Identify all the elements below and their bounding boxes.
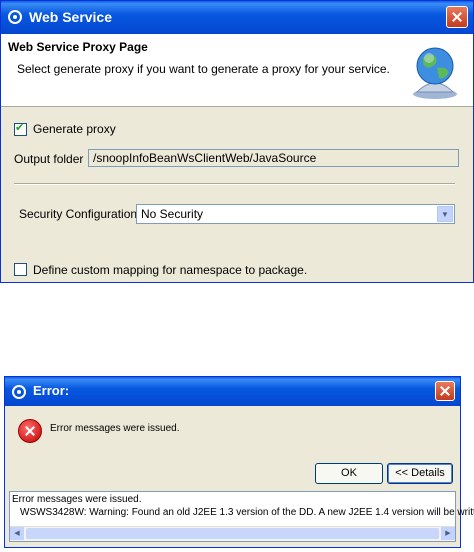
eclipse-icon [12,385,26,399]
error-message: Error messages were issued. [50,423,180,434]
error-icon [18,419,42,443]
error-title: Error: [33,383,70,398]
security-config-label: Security Configuration [19,207,138,221]
custom-mapping-checkbox[interactable] [14,263,27,276]
scroll-left-icon[interactable]: ◀ [10,527,24,540]
details-line: Error messages were issued. [12,494,142,505]
output-folder-field[interactable]: /snoopInfoBeanWsClientWeb/JavaSource [88,149,459,167]
eclipse-icon [8,10,22,24]
scroll-right-icon[interactable]: ▶ [441,527,455,540]
horizontal-scrollbar[interactable]: ◀ ▶ [10,526,455,541]
security-config-select[interactable]: No Security ▼ [136,204,455,224]
separator [14,183,455,185]
web-service-titlebar[interactable]: Web Service [1,1,473,34]
globe-service-icon [413,47,457,99]
chevron-down-icon[interactable]: ▼ [437,206,453,222]
error-dialog: Error: Error messages were issued. OK <<… [4,376,474,548]
details-text-area[interactable]: Error messages were issued. WSWS3428W: W… [9,491,474,542]
error-titlebar[interactable]: Error: [5,377,460,406]
page-title: Web Service Proxy Page [8,40,148,54]
custom-mapping-label: Define custom mapping for namespace to p… [33,263,308,277]
details-line: WSWS3428W: Warning: Found an old J2EE 1.… [20,507,474,518]
window-title: Web Service [29,9,113,25]
security-config-value: No Security [141,207,204,221]
page-description: Select generate proxy if you want to gen… [17,62,390,76]
close-button[interactable] [435,381,455,401]
details-button[interactable]: << Details [387,463,453,484]
generate-proxy-checkbox[interactable] [14,121,27,136]
close-button[interactable] [446,6,468,28]
scroll-thumb[interactable] [26,528,439,539]
output-folder-label: Output folder [14,152,84,166]
web-service-window: Web Service Web Service Proxy Page Selec… [0,0,474,283]
generate-proxy-label: Generate proxy [33,122,116,136]
page-banner: Web Service Proxy Page Select generate p… [1,34,473,107]
ok-button[interactable]: OK [315,463,383,484]
